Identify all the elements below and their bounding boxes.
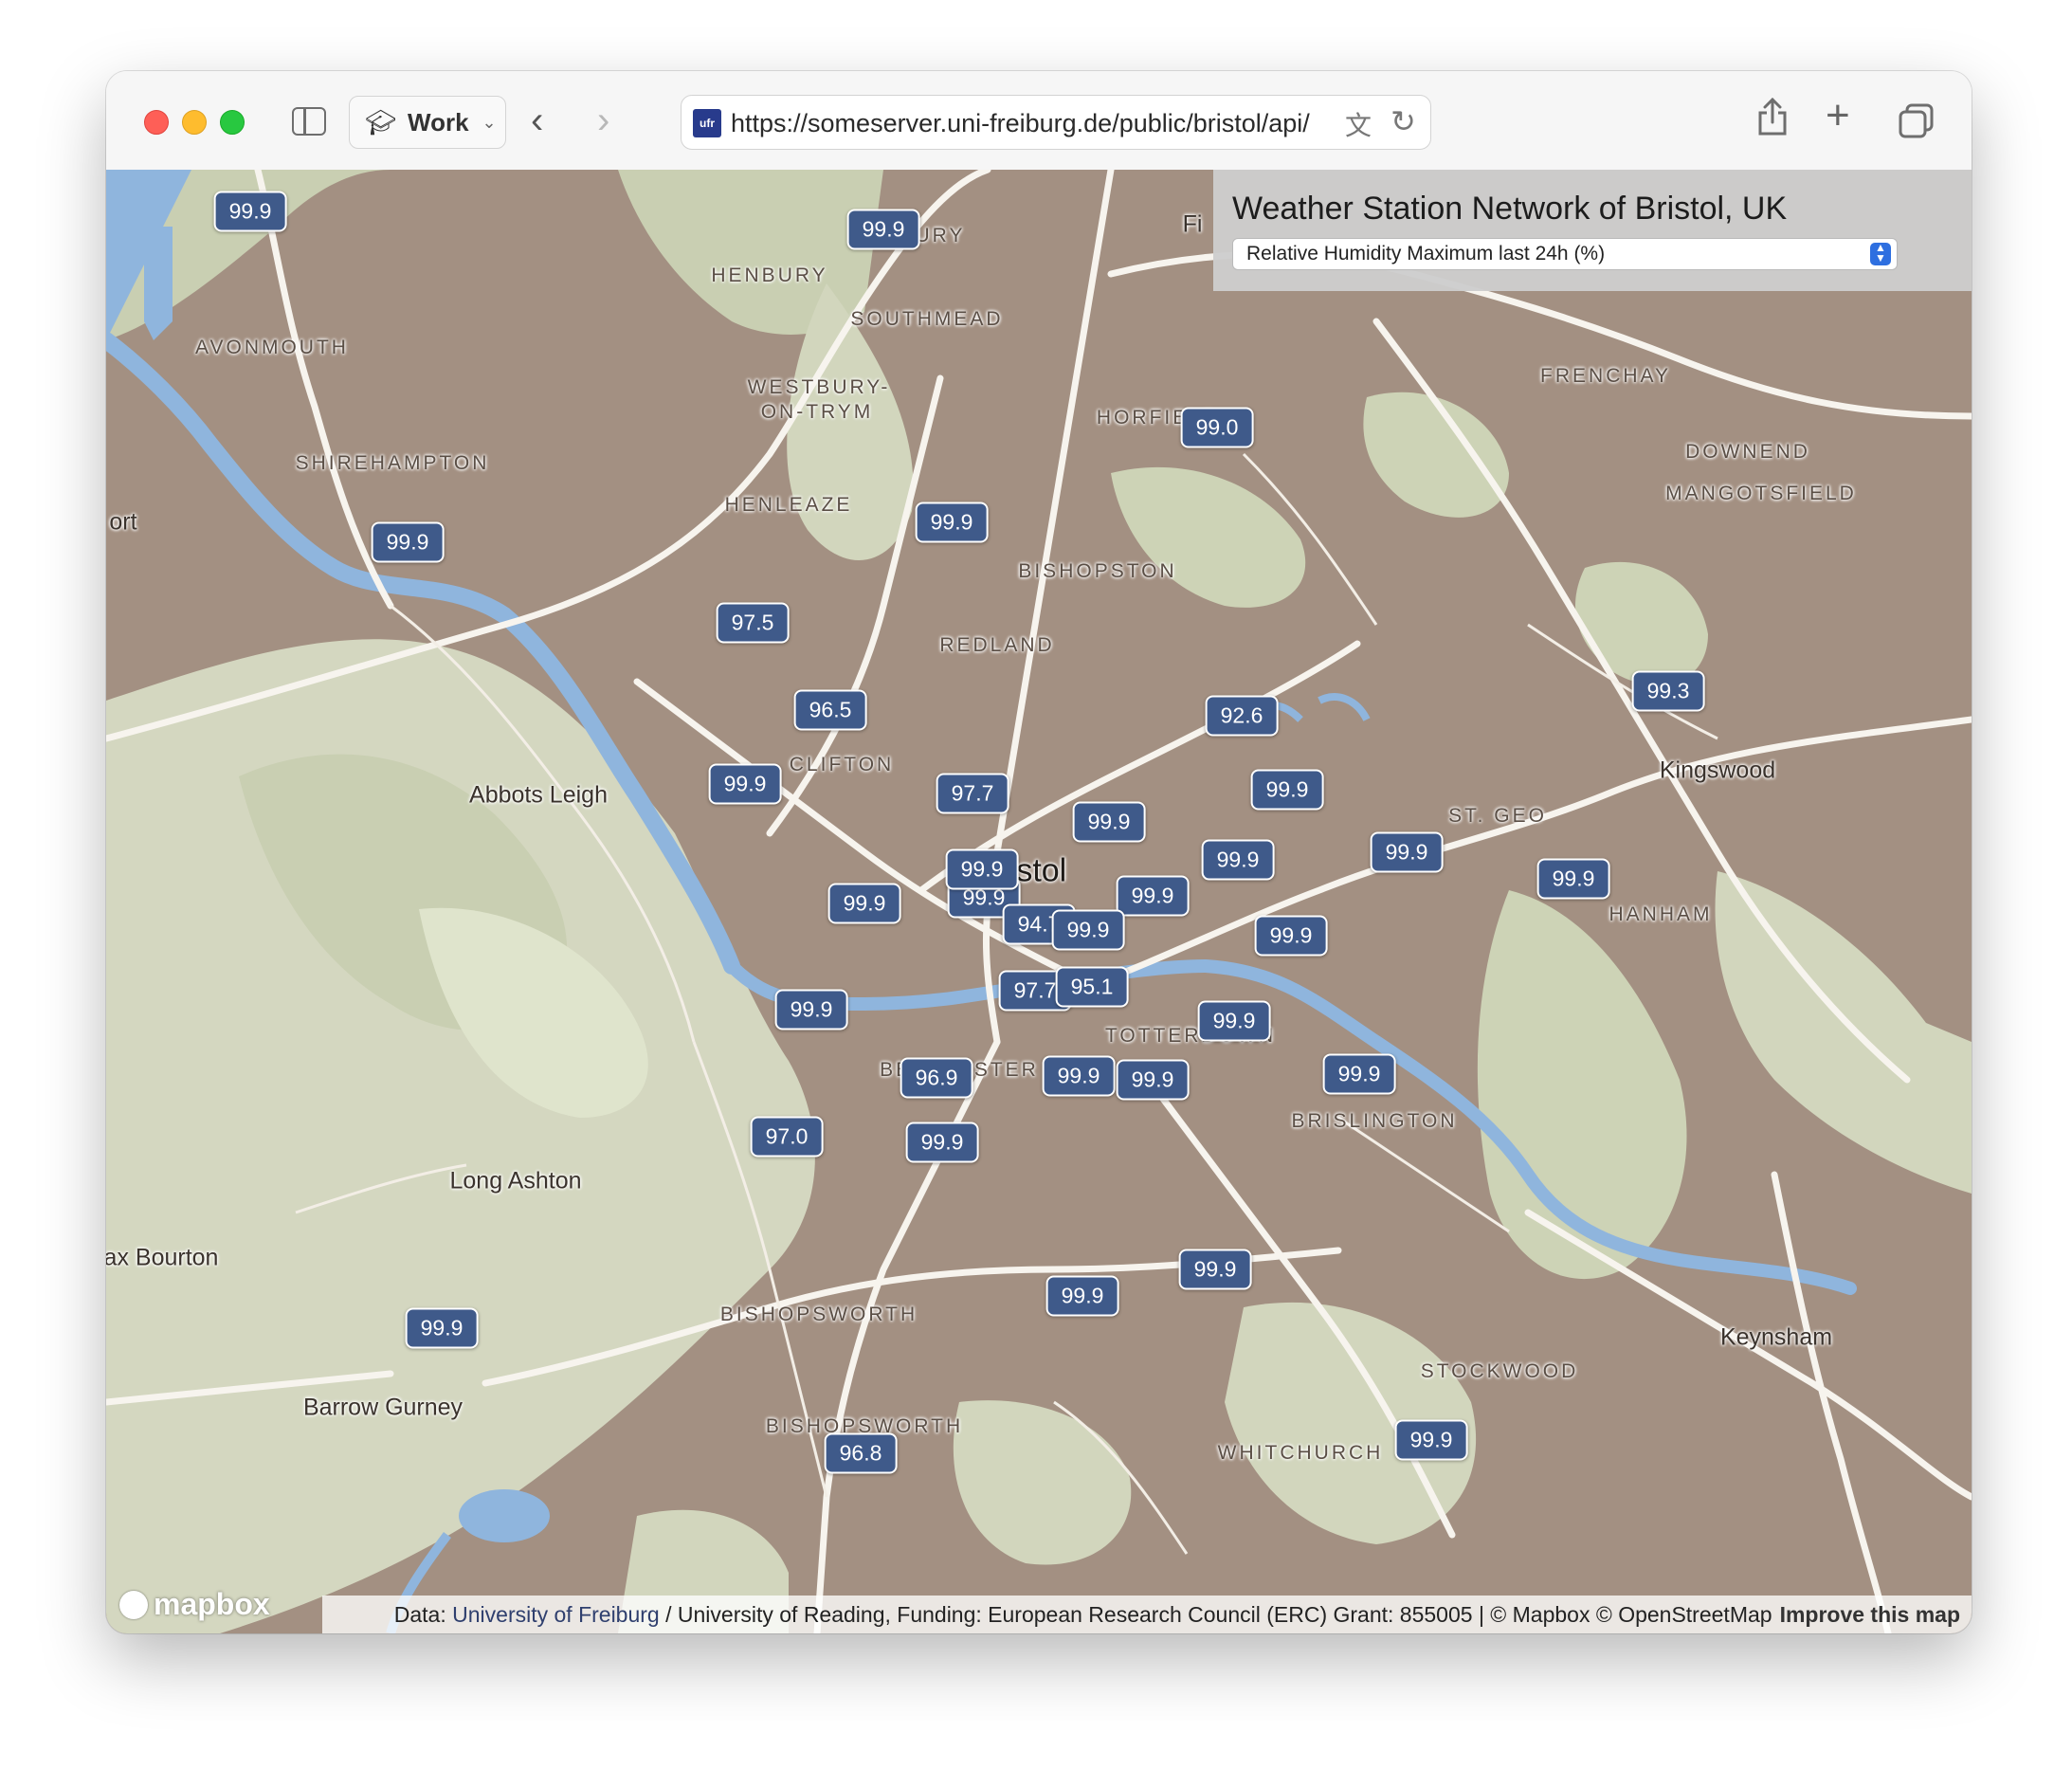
station-marker[interactable]: 96.5: [793, 689, 867, 731]
station-marker[interactable]: 99.9: [1197, 1000, 1271, 1042]
station-marker[interactable]: 99.9: [1250, 769, 1324, 811]
station-marker[interactable]: 97.7: [936, 773, 1009, 814]
plus-icon[interactable]: +: [1826, 92, 1850, 139]
map-view[interactable]: HENBURY SOUTHMEAD AVONMOUTH WESTBURY- ON…: [106, 170, 1972, 1633]
station-marker[interactable]: 99.9: [905, 1122, 979, 1163]
place-shirehampton: SHIREHAMPTON: [295, 452, 490, 474]
chevron-down-icon: ⌄: [482, 112, 497, 132]
graduation-cap-icon: 🎓︎: [365, 107, 397, 137]
browser-window: 🎓︎ Work ⌄ ‹ › ufr https://someserver.uni…: [106, 71, 1972, 1633]
station-marker[interactable]: 97.0: [750, 1116, 824, 1158]
station-marker[interactable]: 99.9: [1536, 858, 1610, 900]
chevron-left-icon[interactable]: ‹: [531, 100, 543, 142]
station-marker[interactable]: 99.9: [1051, 909, 1125, 951]
place-abbots-leigh: Abbots Leigh: [469, 781, 608, 809]
zoom-window-button[interactable]: [220, 110, 245, 135]
mapbox-logo-text: mapbox: [154, 1587, 270, 1621]
place-mangotsfield: MANGOTSFIELD: [1665, 483, 1857, 504]
station-marker[interactable]: 99.9: [846, 209, 920, 250]
station-marker[interactable]: 96.9: [900, 1057, 973, 1099]
variable-select[interactable]: Relative Humidity Maximum last 24h (%) ▲…: [1232, 238, 1898, 270]
station-marker[interactable]: 99.9: [1072, 801, 1146, 843]
minimize-window-button[interactable]: [182, 110, 207, 135]
station-marker[interactable]: 95.1: [1055, 966, 1129, 1008]
attribution-data-prefix: Data:: [393, 1601, 446, 1627]
station-marker[interactable]: 99.9: [405, 1307, 479, 1349]
select-arrows-icon: ▲ ▼: [1870, 242, 1891, 265]
place-filton: Fi: [1182, 210, 1203, 238]
place-bishopsworth: BISHOPSWORTH: [719, 1304, 918, 1325]
share-icon[interactable]: [1755, 96, 1790, 137]
site-favicon: ufr: [693, 109, 721, 137]
station-marker[interactable]: 99.9: [1201, 839, 1275, 881]
url-text[interactable]: https://someserver.uni-freiburg.de/publi…: [731, 109, 1356, 138]
place-bishopston: BISHOPSTON: [1018, 560, 1177, 582]
station-marker[interactable]: 99.9: [1045, 1275, 1119, 1317]
place-stockwood: STOCKWOOD: [1420, 1360, 1579, 1382]
station-marker[interactable]: 99.9: [774, 989, 848, 1030]
place-whitchurch: WHITCHURCH: [1217, 1442, 1384, 1464]
place-flax-bourton: ax Bourton: [106, 1244, 219, 1271]
address-bar[interactable]: ufr https://someserver.uni-freiburg.de/p…: [681, 95, 1431, 150]
chevron-right-icon[interactable]: ›: [597, 100, 609, 142]
place-downend: DOWNEND: [1685, 441, 1810, 463]
station-marker[interactable]: 99.9: [1370, 831, 1444, 873]
station-marker[interactable]: 99.9: [1394, 1419, 1468, 1461]
place-st-george: ST. GEO: [1448, 805, 1547, 827]
attribution-text: / University of Reading, Funding: Europe…: [665, 1601, 1772, 1627]
translate-icon[interactable]: 文: [1345, 105, 1372, 143]
place-westbury-line1: WESTBURY-: [747, 376, 891, 398]
place-henbury: HENBURY: [711, 264, 828, 286]
station-marker[interactable]: 96.8: [824, 1432, 898, 1474]
browser-toolbar: 🎓︎ Work ⌄ ‹ › ufr https://someserver.uni…: [106, 71, 1972, 171]
place-southmead: SOUTHMEAD: [850, 308, 1004, 330]
station-marker[interactable]: 99.9: [1042, 1055, 1116, 1097]
station-marker[interactable]: 92.6: [1205, 695, 1279, 737]
place-port: ort: [109, 508, 137, 536]
place-frenchay: FRENCHAY: [1540, 365, 1671, 387]
tab-overview-icon[interactable]: [1898, 101, 1936, 139]
place-henleaze: HENLEAZE: [724, 494, 853, 516]
place-clifton: CLIFTON: [789, 754, 895, 775]
station-marker[interactable]: 99.9: [915, 502, 989, 543]
station-marker[interactable]: 99.9: [1116, 875, 1190, 917]
station-marker[interactable]: 99.9: [827, 883, 901, 924]
link-university-freiburg[interactable]: University of Freiburg: [452, 1602, 660, 1628]
place-redland: REDLAND: [939, 634, 1055, 656]
place-hanham: HANHAM: [1609, 903, 1713, 925]
place-westbury-line2: ON-TRYM: [760, 401, 874, 423]
reload-icon[interactable]: ↻: [1390, 103, 1416, 139]
map-attribution: Data: University of Freiburg / Universit…: [322, 1596, 1972, 1633]
place-keynsham: Keynsham: [1719, 1323, 1833, 1351]
station-marker[interactable]: 99.9: [1254, 915, 1328, 957]
improve-map-link[interactable]: Improve this map: [1780, 1602, 1960, 1628]
place-avonmouth: AVONMOUTH: [195, 337, 349, 358]
mapbox-logo-icon: [119, 1590, 148, 1619]
station-marker[interactable]: 99.9: [1178, 1249, 1252, 1290]
mapbox-logo[interactable]: mapbox: [119, 1587, 270, 1622]
station-marker[interactable]: 99.9: [1116, 1059, 1190, 1101]
place-brislington: BRISLINGTON: [1291, 1110, 1458, 1132]
close-window-button[interactable]: [144, 110, 169, 135]
station-marker[interactable]: 97.5: [716, 602, 790, 644]
profile-button[interactable]: 🎓︎ Work ⌄: [349, 96, 506, 149]
place-barrow-gurney: Barrow Gurney: [302, 1394, 463, 1421]
profile-label: Work: [408, 107, 469, 137]
station-marker[interactable]: 99.9: [371, 521, 445, 563]
variable-select-value: Relative Humidity Maximum last 24h (%): [1246, 243, 1606, 264]
station-marker[interactable]: 99.9: [708, 763, 782, 805]
station-marker[interactable]: 99.3: [1631, 670, 1705, 712]
station-marker[interactable]: 99.9: [1322, 1053, 1396, 1095]
station-marker[interactable]: 99.9: [213, 191, 287, 232]
place-kingswood: Kingswood: [1659, 757, 1776, 784]
sidebar-icon[interactable]: [292, 107, 326, 136]
station-marker[interactable]: 99.0: [1180, 407, 1254, 448]
panel-title: Weather Station Network of Bristol, UK: [1232, 191, 1788, 227]
place-long-ashton: Long Ashton: [449, 1167, 582, 1195]
place-bury: URY: [915, 225, 966, 246]
station-marker[interactable]: 99.9: [945, 848, 1019, 890]
control-panel: Weather Station Network of Bristol, UK R…: [1213, 170, 1972, 291]
